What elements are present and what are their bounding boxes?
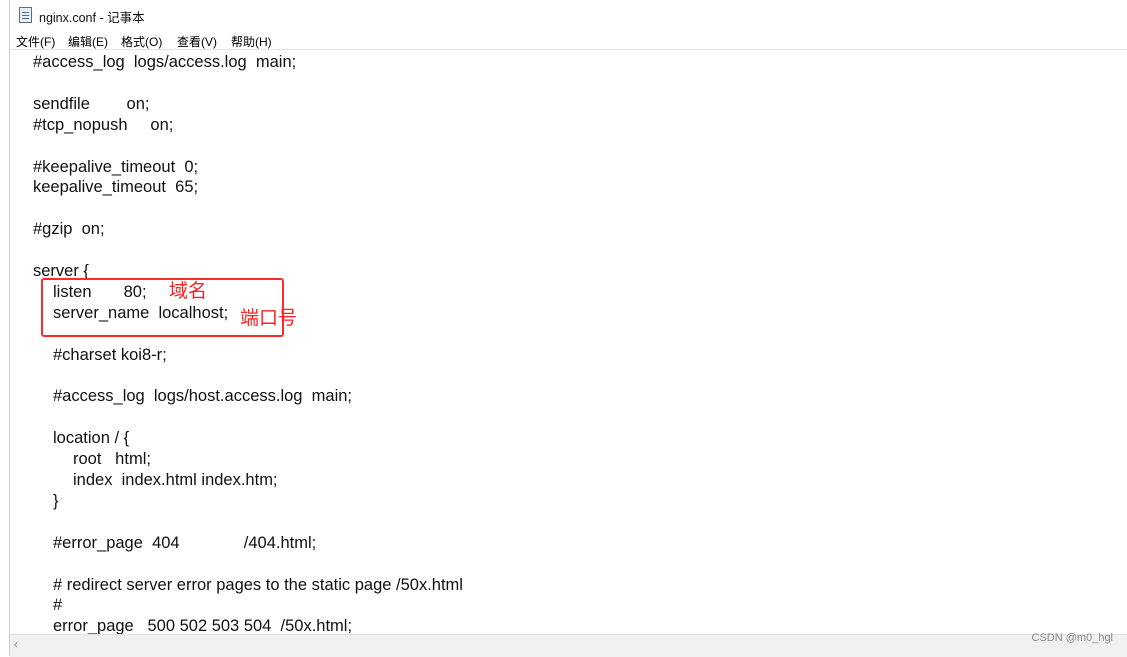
window-title: nginx.conf - 记事本 <box>39 11 145 25</box>
code-line: #access_log logs/host.access.log main; <box>53 387 352 406</box>
text-editor[interactable]: error_page 500 502 503 504 /50x.html; # # … <box>10 50 1127 634</box>
menu-view[interactable]: 查看(V) <box>177 33 217 50</box>
annotation-domain-label: 域名 <box>169 280 208 302</box>
horizontal-scrollbar[interactable]: ‹ <box>10 634 1127 657</box>
menu-bar: 文件(F) 编辑(E) 格式(O) 查看(V) 帮助(H) <box>10 31 1127 50</box>
code-line: #tcp_nopush on; <box>33 115 174 134</box>
scroll-left-icon[interactable]: ‹ <box>13 637 19 653</box>
notepad-icon <box>19 7 32 23</box>
code-line: root html; <box>73 450 151 469</box>
code-line: #keepalive_timeout 0; <box>33 157 199 176</box>
code-line: #access_log logs/access.log main; <box>33 53 297 71</box>
annotation-port-label: 端口号 <box>240 307 298 329</box>
code-line: #error_page 404 /404.html; <box>53 533 317 552</box>
title-bar[interactable]: nginx.conf - 记事本 <box>10 0 1127 30</box>
menu-file[interactable]: 文件(F) <box>16 33 55 50</box>
code-line: index index.html index.htm; <box>73 471 278 489</box>
watermark: CSDN @m0_hgl <box>1031 632 1113 644</box>
menu-edit[interactable]: 编辑(E) <box>68 33 108 50</box>
code-line: # <box>53 596 63 615</box>
code-line: sendfile on; <box>33 94 150 113</box>
code-line: error_page 500 502 503 504 /50x.html; <box>53 617 353 634</box>
code-line: keepalive_timeout 65; <box>33 178 199 197</box>
menu-help[interactable]: 帮助(H) <box>231 33 272 50</box>
code-line: #charset koi8-r; <box>53 345 167 364</box>
code-line: #gzip on; <box>33 220 105 239</box>
menu-format[interactable]: 格式(O) <box>121 33 162 50</box>
notepad-window: nginx.conf - 记事本 文件(F) 编辑(E) 格式(O) 查看(V)… <box>9 0 1127 657</box>
code-line: # redirect server error pages to the sta… <box>53 575 463 594</box>
code-line: location / { <box>53 429 130 448</box>
code-line: } <box>53 491 59 510</box>
